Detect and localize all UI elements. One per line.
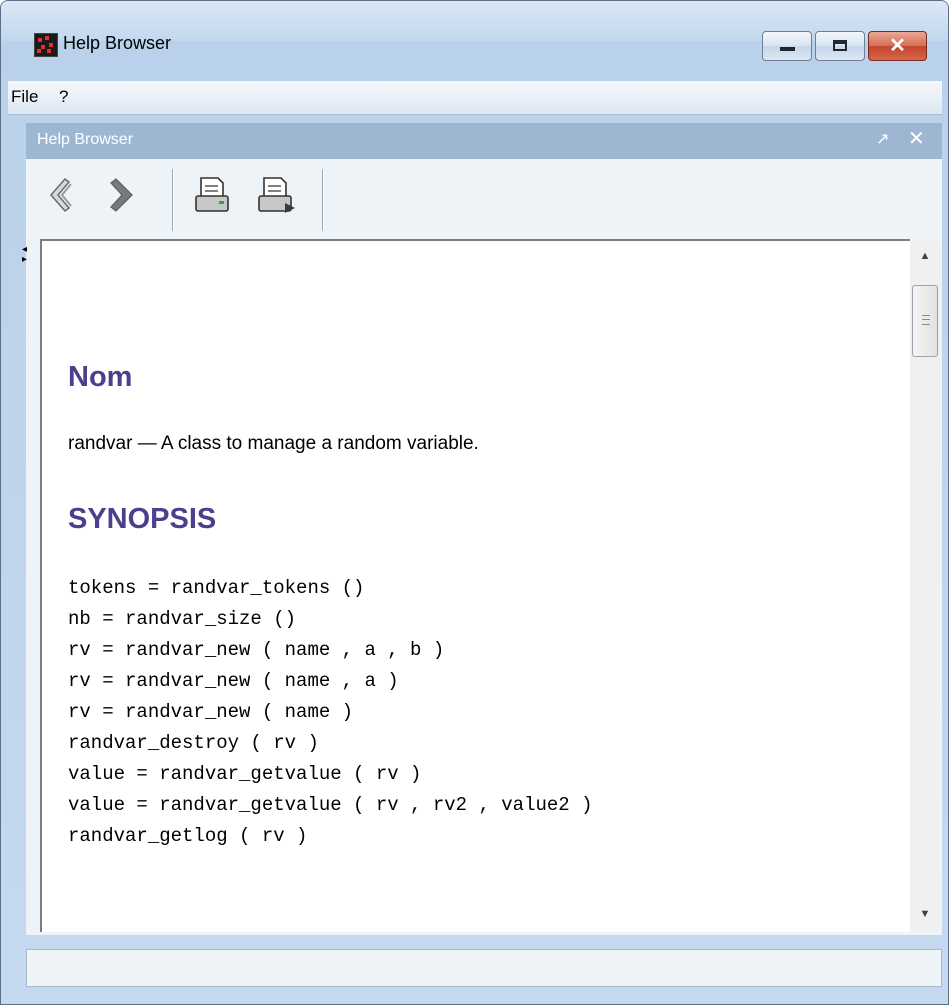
synopsis-line: randvar_destroy ( rv ) <box>68 732 319 754</box>
scroll-thumb[interactable] <box>912 285 938 357</box>
panel-title: Help Browser <box>37 131 134 148</box>
minimize-button[interactable] <box>762 31 812 61</box>
synopsis-line: rv = randvar_new ( name , a , b ) <box>68 639 445 661</box>
vertical-scrollbar[interactable]: ▲ ▼ <box>910 241 940 931</box>
minimize-icon <box>780 47 795 51</box>
synopsis-line: rv = randvar_new ( name ) <box>68 701 354 723</box>
splitter-arrows-icon[interactable]: ◂ ▸ <box>22 245 27 265</box>
status-bar <box>26 949 942 987</box>
toolbar-separator <box>322 169 324 231</box>
synopsis-line: value = randvar_getvalue ( rv , rv2 , va… <box>68 794 593 816</box>
menu-bar: File ? <box>8 81 942 115</box>
print-setup-button[interactable] <box>255 175 295 215</box>
synopsis-line: rv = randvar_new ( name , a ) <box>68 670 399 692</box>
help-content-pane[interactable]: Nom randvar — A class to manage a random… <box>40 239 910 932</box>
undock-icon[interactable]: ↗ <box>876 129 889 149</box>
close-icon: ✕ <box>889 35 906 57</box>
refname-description: randvar — A class to manage a random var… <box>68 433 479 454</box>
scroll-down-icon[interactable]: ▼ <box>910 899 940 929</box>
maximize-icon <box>833 40 847 51</box>
help-browser-window: Help Browser ✕ File ? Help Browser ↗ ✕ ◂… <box>0 0 949 1005</box>
toolbar-separator <box>172 169 174 231</box>
synopsis-line: tokens = randvar_tokens () <box>68 577 365 599</box>
print-icon <box>195 177 229 212</box>
forward-button[interactable] <box>104 175 140 215</box>
window-title: Help Browser <box>63 33 172 53</box>
scroll-up-icon[interactable]: ▲ <box>910 241 940 271</box>
print-button[interactable] <box>192 175 229 215</box>
panel-close-icon[interactable]: ✕ <box>908 126 925 151</box>
back-button[interactable] <box>43 175 79 215</box>
close-button[interactable]: ✕ <box>868 31 927 61</box>
heading-name: Nom <box>68 361 133 393</box>
content-frame: ◂ ▸ Nom randvar — A class to manage a ran… <box>22 235 942 935</box>
back-icon <box>50 177 72 213</box>
menu-help[interactable]: ? <box>59 87 68 107</box>
synopsis-line: nb = randvar_size () <box>68 608 297 630</box>
heading-synopsis: SYNOPSIS <box>68 503 217 535</box>
forward-icon <box>110 178 133 212</box>
synopsis-line: randvar_getlog ( rv ) <box>68 825 308 847</box>
panel-title-bar[interactable]: Help Browser ↗ ✕ <box>26 123 942 159</box>
scilab-app-icon[interactable] <box>34 33 58 57</box>
menu-file[interactable]: File <box>11 87 38 107</box>
toolbar <box>26 159 942 235</box>
print-setup-icon <box>258 177 295 213</box>
maximize-button[interactable] <box>815 31 865 61</box>
grip-icon <box>922 315 930 325</box>
synopsis-line: value = randvar_getvalue ( rv ) <box>68 763 422 785</box>
synopsis-block: tokens = randvar_tokens () nb = randvar_… <box>68 573 593 852</box>
